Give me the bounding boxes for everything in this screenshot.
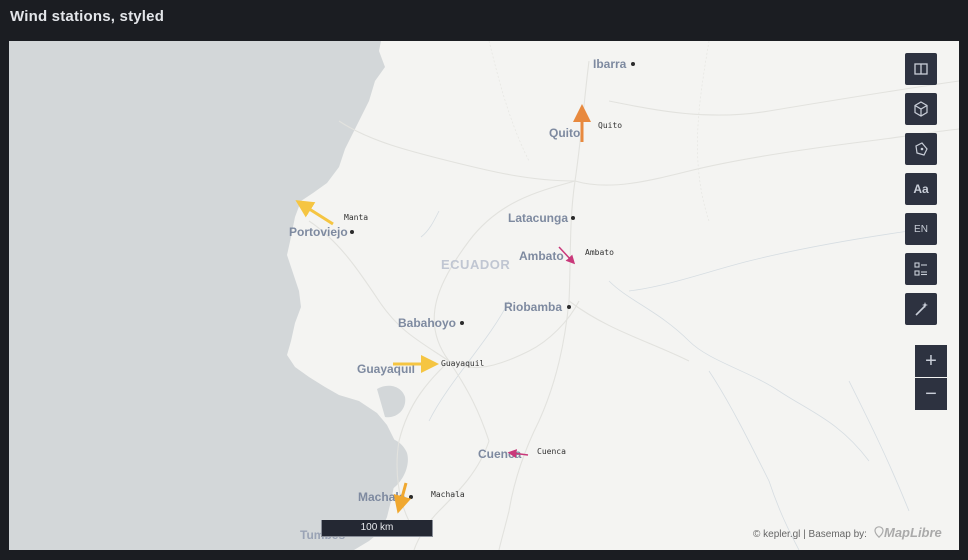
scale-bar: 100 km	[321, 520, 433, 537]
split-map-icon	[914, 63, 928, 75]
legend-button[interactable]	[905, 253, 937, 285]
wind-arrow-ambato	[558, 246, 576, 265]
map-canvas[interactable]: ECUADOR Ibarra Quito Latacunga Ambato Ri…	[9, 41, 959, 550]
maplibre-brand: MapLibre	[884, 525, 942, 540]
wind-arrow-manta	[295, 200, 334, 226]
legend-icon	[914, 262, 927, 276]
station-label-cuenca: Cuenca	[537, 447, 566, 456]
station-label-quito: Quito	[598, 121, 623, 130]
page-title: Wind stations, styled	[10, 8, 165, 25]
wind-arrows-layer	[295, 104, 591, 514]
map-labels-button[interactable]: Aa	[905, 173, 937, 205]
effects-button[interactable]	[905, 293, 937, 325]
plus-icon: +	[925, 349, 937, 372]
draw-polygon-icon	[915, 142, 928, 156]
language-button[interactable]: EN	[905, 213, 937, 245]
minus-icon: −	[925, 382, 937, 405]
maplibre-logo[interactable]: MapLibre	[874, 525, 942, 540]
wind-arrow-cuenca	[507, 449, 529, 459]
zoom-in-button[interactable]: +	[915, 345, 947, 377]
magic-wand-icon	[915, 302, 928, 316]
title-bar: Wind stations, styled	[0, 0, 968, 40]
wind-arrow-machala	[393, 482, 412, 514]
attribution-text[interactable]: © kepler.gl | Basemap by:	[753, 529, 867, 540]
cube-icon	[914, 101, 928, 117]
map-pin-icon	[874, 526, 884, 539]
station-label-guayaquil: Guayaquil	[441, 359, 485, 368]
station-label-ambato: Ambato	[585, 248, 614, 257]
station-label-machala: Machala	[431, 490, 465, 499]
split-map-button[interactable]	[905, 53, 937, 85]
3d-view-button[interactable]	[905, 93, 937, 125]
zoom-out-button[interactable]: −	[915, 378, 947, 410]
language-text: EN	[914, 223, 928, 235]
station-label-manta: Manta	[344, 213, 369, 222]
labels-text: Aa	[913, 182, 929, 196]
draw-polygon-button[interactable]	[905, 133, 937, 165]
